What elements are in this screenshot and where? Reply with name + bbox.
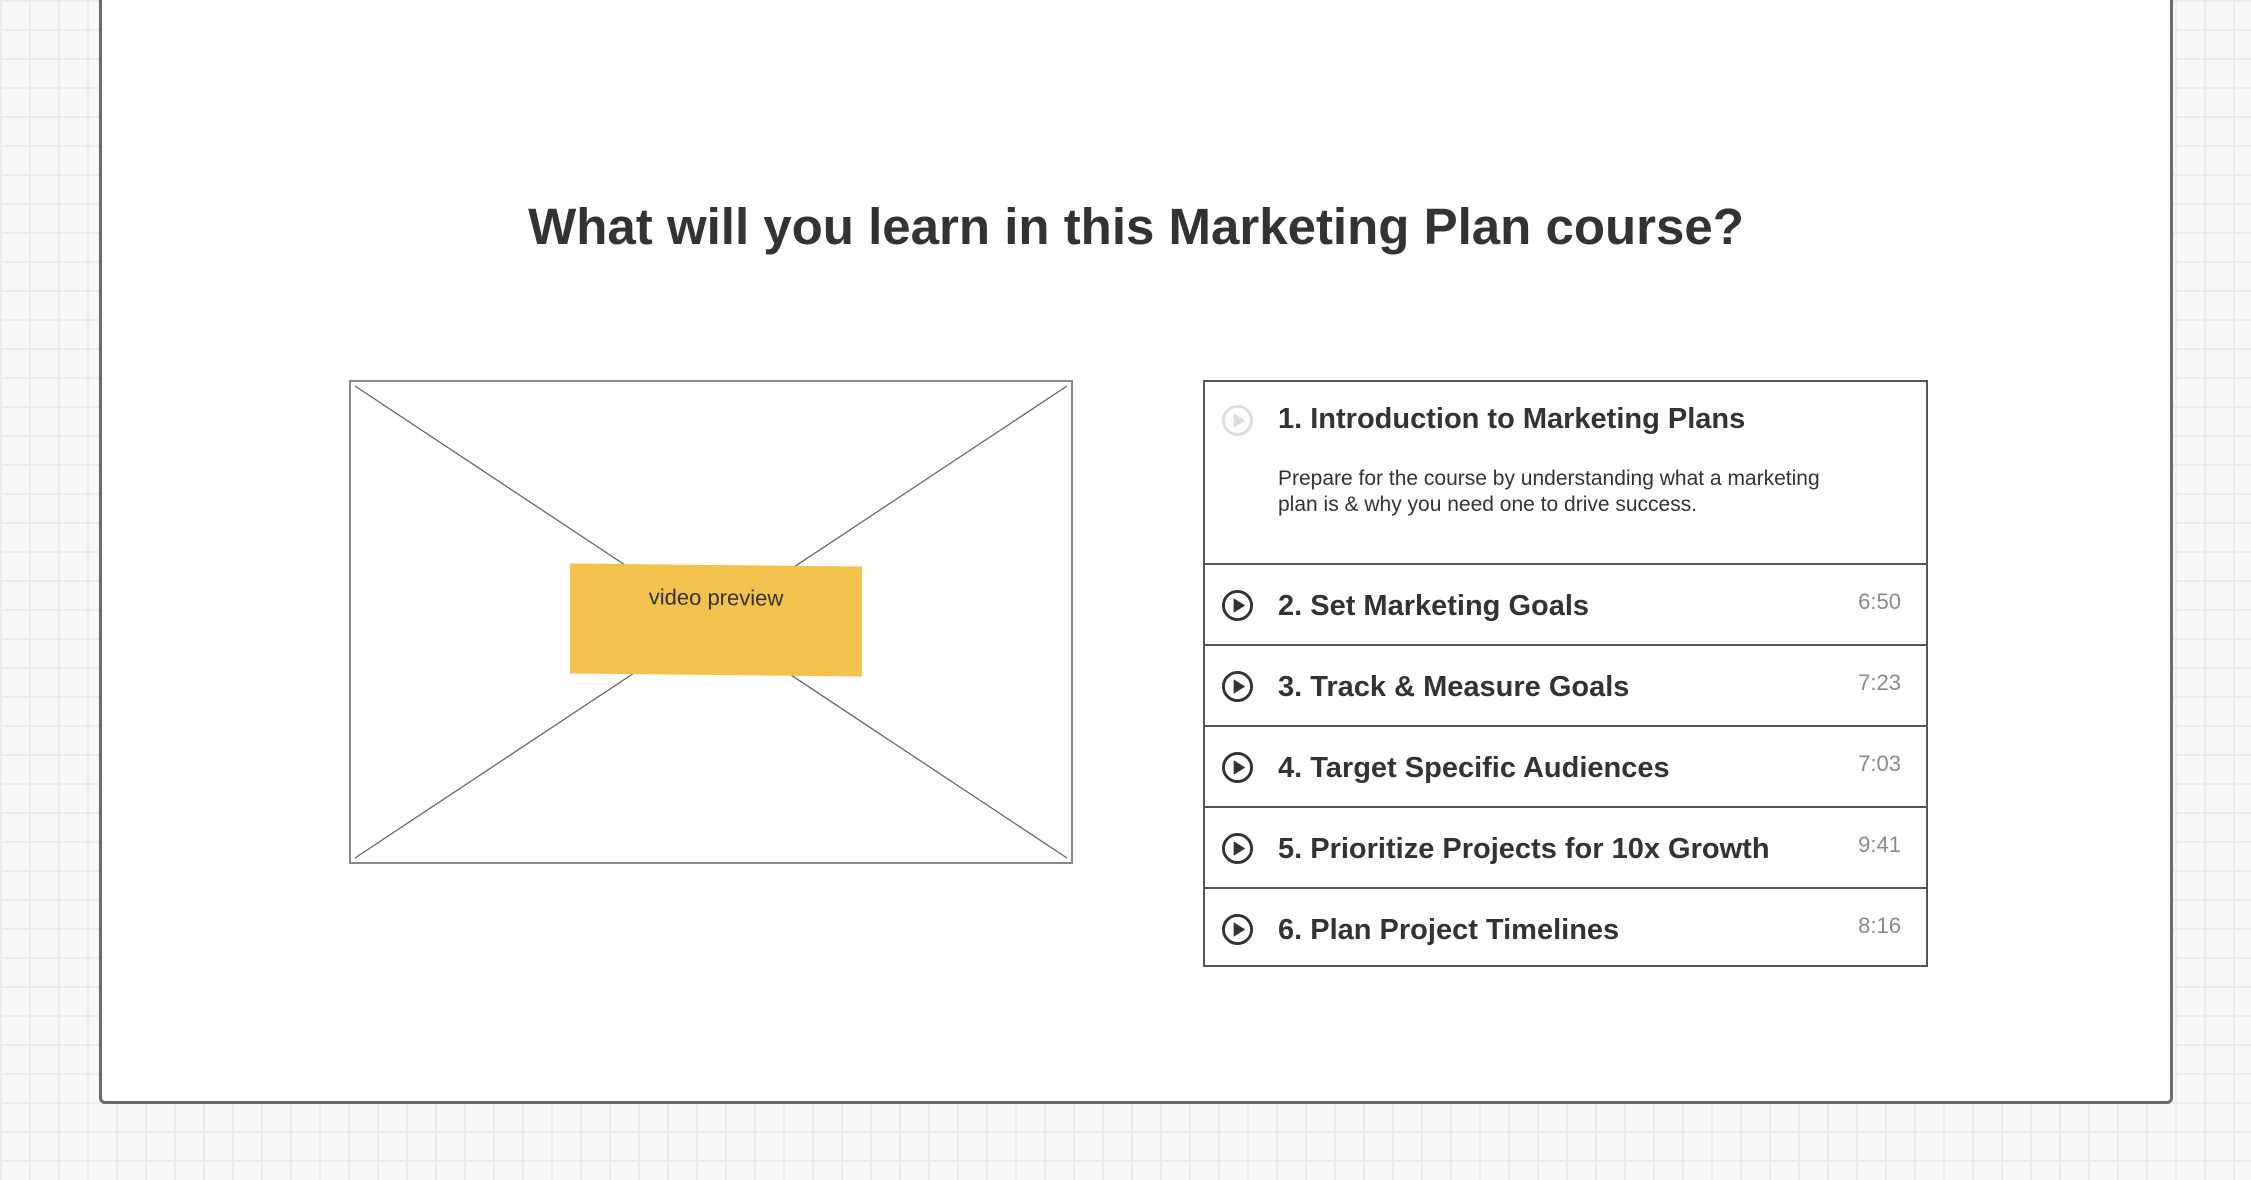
lesson-duration: 7:23 xyxy=(1858,670,1901,695)
play-circle-icon[interactable] xyxy=(1221,832,1254,865)
lesson-duration: 9:41 xyxy=(1858,832,1901,857)
lesson-item[interactable]: 6. Plan Project Timelines 8:16 xyxy=(1205,887,1926,968)
lesson-duration: 8:16 xyxy=(1858,913,1901,938)
lesson-title: 2. Set Marketing Goals xyxy=(1278,590,1590,622)
lesson-title: 3. Track & Measure Goals xyxy=(1278,671,1630,703)
lesson-title: 5. Prioritize Projects for 10x Growth xyxy=(1278,833,1770,865)
lesson-item[interactable]: 3. Track & Measure Goals 7:23 xyxy=(1205,644,1926,725)
play-circle-icon[interactable] xyxy=(1221,404,1254,437)
video-preview-label: video preview xyxy=(570,563,862,677)
lesson-item[interactable]: 5. Prioritize Projects for 10x Growth 9:… xyxy=(1205,806,1926,887)
play-circle-icon[interactable] xyxy=(1221,670,1254,703)
lesson-item[interactable]: 2. Set Marketing Goals 6:50 xyxy=(1205,563,1926,644)
page-title: What will you learn in this Marketing Pl… xyxy=(528,198,1744,255)
lesson-list: 1. Introduction to Marketing Plans Prepa… xyxy=(1203,380,1928,967)
lesson-title: 6. Plan Project Timelines xyxy=(1278,914,1620,946)
lesson-description: Prepare for the course by understanding … xyxy=(1278,467,1820,516)
lesson-title: 4. Target Specific Audiences xyxy=(1278,752,1670,784)
play-circle-icon[interactable] xyxy=(1221,589,1254,622)
lesson-item[interactable]: 1. Introduction to Marketing Plans Prepa… xyxy=(1205,382,1926,563)
video-preview[interactable]: video preview xyxy=(349,380,1073,864)
lesson-title: 1. Introduction to Marketing Plans xyxy=(1278,403,1746,435)
play-circle-icon[interactable] xyxy=(1221,913,1254,946)
lesson-item[interactable]: 4. Target Specific Audiences 7:03 xyxy=(1205,725,1926,806)
play-circle-icon[interactable] xyxy=(1221,751,1254,784)
lesson-duration: 7:03 xyxy=(1858,751,1901,776)
lesson-duration: 6:50 xyxy=(1858,589,1901,614)
page-frame: What will you learn in this Marketing Pl… xyxy=(99,0,2173,1104)
